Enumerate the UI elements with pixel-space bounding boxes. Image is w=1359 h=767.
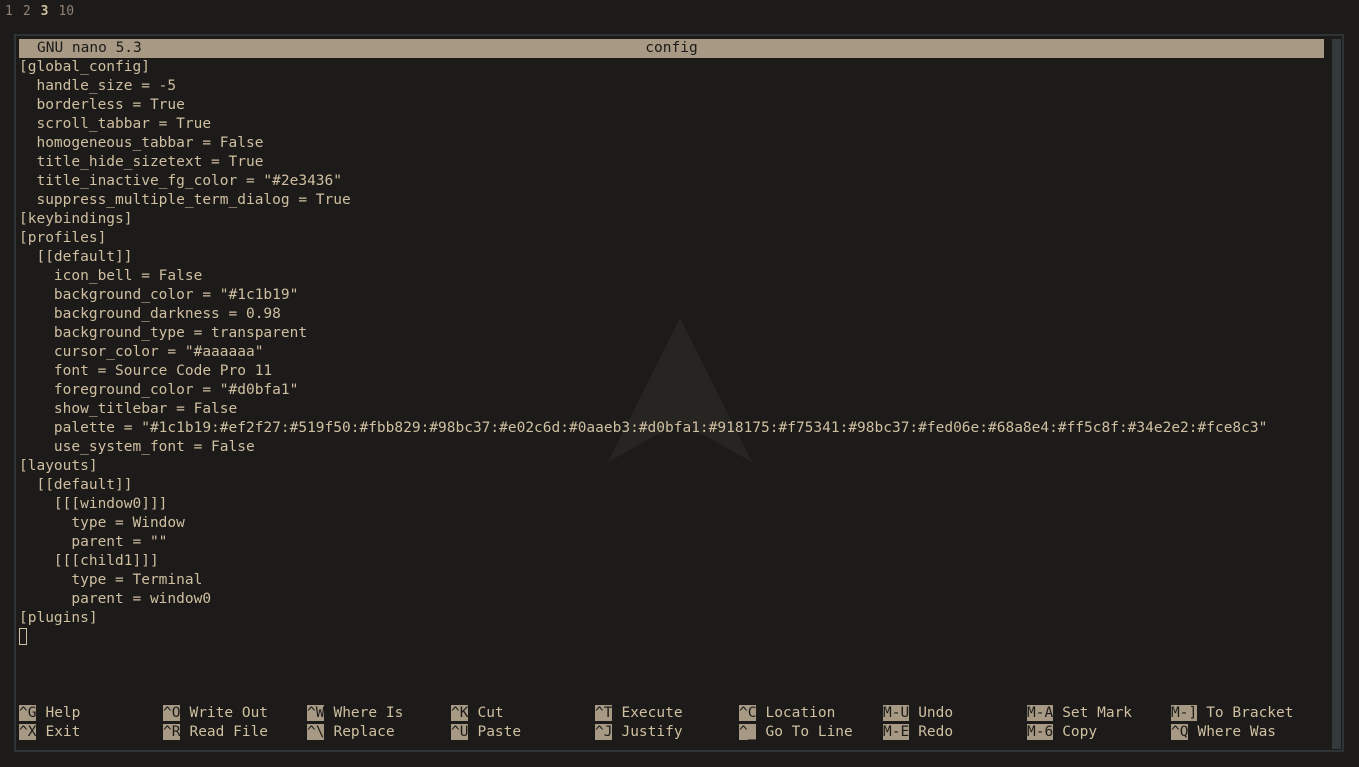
shortcut-set-mark[interactable]: M-A Set Mark — [1027, 704, 1132, 723]
shortcut-exit[interactable]: ^X Exit — [19, 723, 80, 742]
shortcut-key: ^X — [19, 724, 37, 740]
shortcut-label: Go To Line — [765, 724, 853, 740]
editor-line: show_titlebar = False — [19, 401, 238, 417]
shortcut-key: ^K — [451, 705, 469, 721]
shortcut-label: Justify — [621, 724, 683, 740]
shortcut-key: ^U — [451, 724, 469, 740]
editor-line: background_darkness = 0.98 — [19, 306, 281, 322]
shortcut-key: ^W — [307, 705, 325, 721]
workspace-bar: 1 2 3 10 — [0, 0, 84, 22]
editor-line: title_inactive_fg_color = "#2e3436" — [19, 173, 343, 189]
shortcut-key: M-U — [883, 705, 910, 721]
workspace-2[interactable]: 2 — [23, 4, 31, 19]
shortcut-label: Where Is — [333, 705, 404, 721]
file-name: config — [645, 40, 698, 56]
shortcut-cut[interactable]: ^K Cut — [451, 704, 504, 723]
editor-line: [plugins] — [19, 610, 98, 626]
shortcut-justify[interactable]: ^J Justify — [595, 723, 683, 742]
editor-line: type = Terminal — [19, 572, 203, 588]
shortcut-go-to-line[interactable]: ^_ Go To Line — [739, 723, 853, 742]
shortcut-paste[interactable]: ^U Paste — [451, 723, 521, 742]
editor-line: background_type = transparent — [19, 325, 308, 341]
shortcut-key: ^Q — [1171, 724, 1189, 740]
shortcut-replace[interactable]: ^\ Replace — [307, 723, 395, 742]
shortcut-bar: ^G Help ^O Write Out ^W Where Is ^K Cut ^T Execut… — [19, 704, 1324, 742]
shortcut-key: M-] — [1171, 705, 1198, 721]
shortcut-key: M-6 — [1027, 724, 1054, 740]
editor-line: homogeneous_tabbar = False — [19, 135, 264, 151]
editor-line: parent = window0 — [19, 591, 212, 607]
editor-line: [[[child1]]] — [19, 553, 159, 569]
shortcut-key: ^G — [19, 705, 37, 721]
shortcut-to-bracket[interactable]: M-] To Bracket — [1171, 704, 1294, 723]
shortcut-key: ^R — [163, 724, 181, 740]
shortcut-label: Read File — [189, 724, 269, 740]
shortcut-read-file[interactable]: ^R Read File — [163, 723, 268, 742]
editor-text-area[interactable]: [global_config] handle_size = -5 borderl… — [19, 58, 1324, 658]
text-cursor — [19, 628, 27, 645]
shortcut-label: Paste — [477, 724, 522, 740]
shortcut-key: ^O — [163, 705, 181, 721]
workspace-1[interactable]: 1 — [5, 4, 13, 19]
shortcut-help[interactable]: ^G Help — [19, 704, 80, 723]
editor-line: [global_config] — [19, 59, 150, 75]
editor-line: handle_size = -5 — [19, 78, 177, 94]
editor-line: [layouts] — [19, 458, 98, 474]
shortcut-label: Set Mark — [1062, 705, 1133, 721]
app-version: GNU nano 5.3 — [37, 40, 142, 56]
shortcut-label: Location — [765, 705, 836, 721]
shortcut-label: Help — [45, 705, 81, 721]
editor-line: parent = "" — [19, 534, 168, 550]
shortcut-label: To Bracket — [1206, 705, 1294, 721]
shortcut-label: Write Out — [189, 705, 269, 721]
shortcut-label: Redo — [918, 724, 954, 740]
editor-line: use_system_font = False — [19, 439, 255, 455]
editor-line: scroll_tabbar = True — [19, 116, 212, 132]
editor-line: [profiles] — [19, 230, 107, 246]
editor-line: cursor_color = "#aaaaaa" — [19, 344, 264, 360]
editor-line: [[default]] — [19, 249, 133, 265]
shortcut-key: ^J — [595, 724, 613, 740]
editor-line: background_color = "#1c1b19" — [19, 287, 299, 303]
shortcut-label: Copy — [1062, 724, 1098, 740]
shortcut-key: ^\ — [307, 724, 325, 740]
shortcut-row-1: ^G Help ^O Write Out ^W Where Is ^K Cut ^T Execut… — [19, 704, 1324, 723]
editor-line: borderless = True — [19, 97, 185, 113]
shortcut-where-is[interactable]: ^W Where Is — [307, 704, 403, 723]
editor-line: [[default]] — [19, 477, 133, 493]
shortcut-label: Exit — [45, 724, 81, 740]
shortcut-undo[interactable]: M-U Undo — [883, 704, 953, 723]
editor-line: title_hide_sizetext = True — [19, 154, 264, 170]
scrollbar[interactable] — [1332, 39, 1341, 749]
shortcut-label: Cut — [477, 705, 504, 721]
editor-line: type = Window — [19, 515, 185, 531]
shortcut-label: Execute — [621, 705, 683, 721]
editor-line: [[[window0]]] — [19, 496, 168, 512]
workspace-3[interactable]: 3 — [41, 4, 49, 19]
shortcut-label: Undo — [918, 705, 954, 721]
workspace-10[interactable]: 10 — [58, 4, 74, 19]
shortcut-execute[interactable]: ^T Execute — [595, 704, 683, 723]
shortcut-copy[interactable]: M-6 Copy — [1027, 723, 1097, 742]
editor-line: foreground_color = "#d0bfa1" — [19, 382, 299, 398]
shortcut-key: M-A — [1027, 705, 1054, 721]
editor-line: font = Source Code Pro 11 — [19, 363, 273, 379]
shortcut-key: ^T — [595, 705, 613, 721]
editor-line: icon_bell = False — [19, 268, 203, 284]
editor-line: [keybindings] — [19, 211, 133, 227]
shortcut-location[interactable]: ^C Location — [739, 704, 835, 723]
nano-title-bar: config GNU nano 5.3 — [19, 39, 1324, 58]
shortcut-key: ^C — [739, 705, 757, 721]
shortcut-label: Where Was — [1197, 724, 1277, 740]
shortcut-where-was[interactable]: ^Q Where Was — [1171, 723, 1276, 742]
shortcut-key: M-E — [883, 724, 910, 740]
shortcut-redo[interactable]: M-E Redo — [883, 723, 953, 742]
shortcut-label: Replace — [333, 724, 395, 740]
shortcut-write-out[interactable]: ^O Write Out — [163, 704, 268, 723]
shortcut-key: ^_ — [739, 724, 757, 740]
shortcut-row-2: ^X Exit ^R Read File ^\ Replace ^U Paste ^J Justi… — [19, 723, 1324, 742]
editor-line: suppress_multiple_term_dialog = True — [19, 192, 351, 208]
editor-line: palette = "#1c1b19:#ef2f27:#519f50:#fbb8… — [19, 420, 1268, 436]
